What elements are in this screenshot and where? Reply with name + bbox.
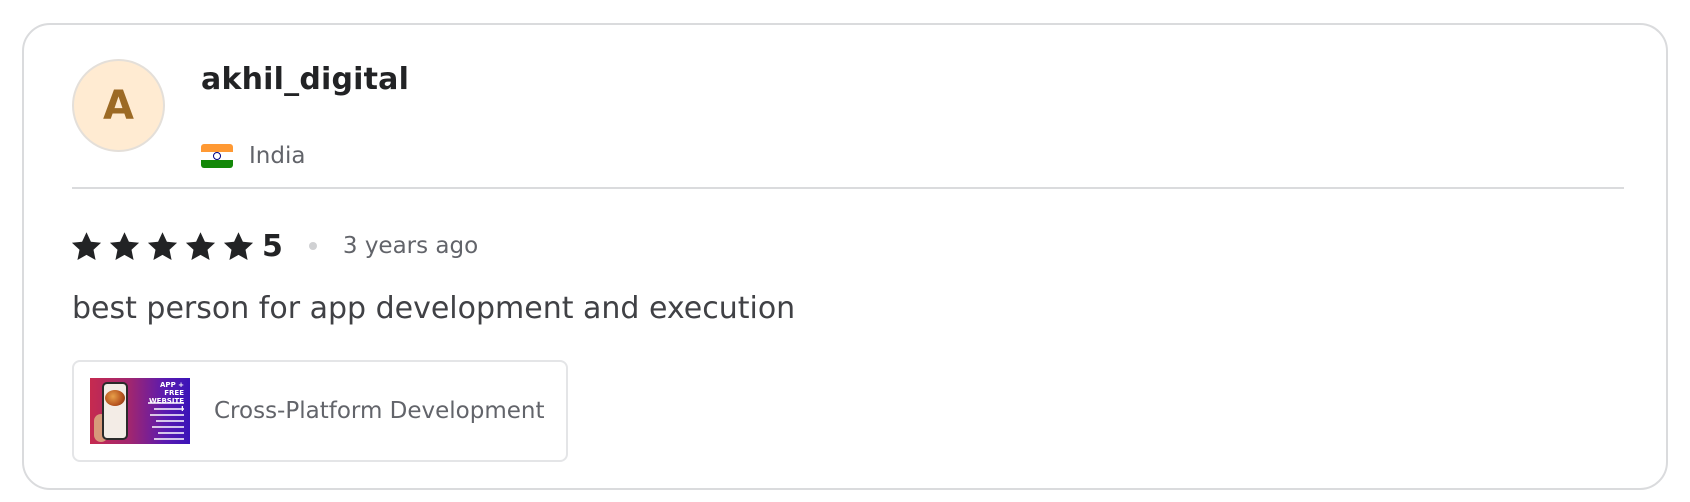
star-icon (146, 230, 179, 263)
review-time: 3 years ago (342, 233, 479, 259)
reviewer-username[interactable]: akhil_digital (201, 59, 409, 101)
review-card: A akhil_digital India 5 3 years ago best… (22, 23, 1668, 490)
avatar[interactable]: A (72, 59, 165, 152)
separator-dot (308, 242, 317, 250)
review-text: best person for app development and exec… (72, 291, 796, 326)
gig-link-card[interactable]: APP + FREE WEBSITE ! Cross-Platform Deve… (72, 360, 568, 462)
gig-thumbnail[interactable]: APP + FREE WEBSITE ! (90, 378, 190, 444)
star-icon (222, 230, 255, 263)
divider (72, 187, 1624, 189)
rating-value: 5 (262, 228, 283, 264)
reviewer-header: A akhil_digital India (72, 59, 1622, 168)
gig-title[interactable]: Cross-Platform Development (214, 398, 545, 424)
reviewer-country: India (201, 144, 305, 168)
star-icon (70, 230, 103, 263)
rating-row: 5 3 years ago (70, 221, 478, 271)
india-flag-icon (201, 144, 233, 168)
star-icon (108, 230, 141, 263)
country-label: India (249, 142, 306, 169)
star-icon (184, 230, 217, 263)
star-rating (70, 230, 260, 263)
